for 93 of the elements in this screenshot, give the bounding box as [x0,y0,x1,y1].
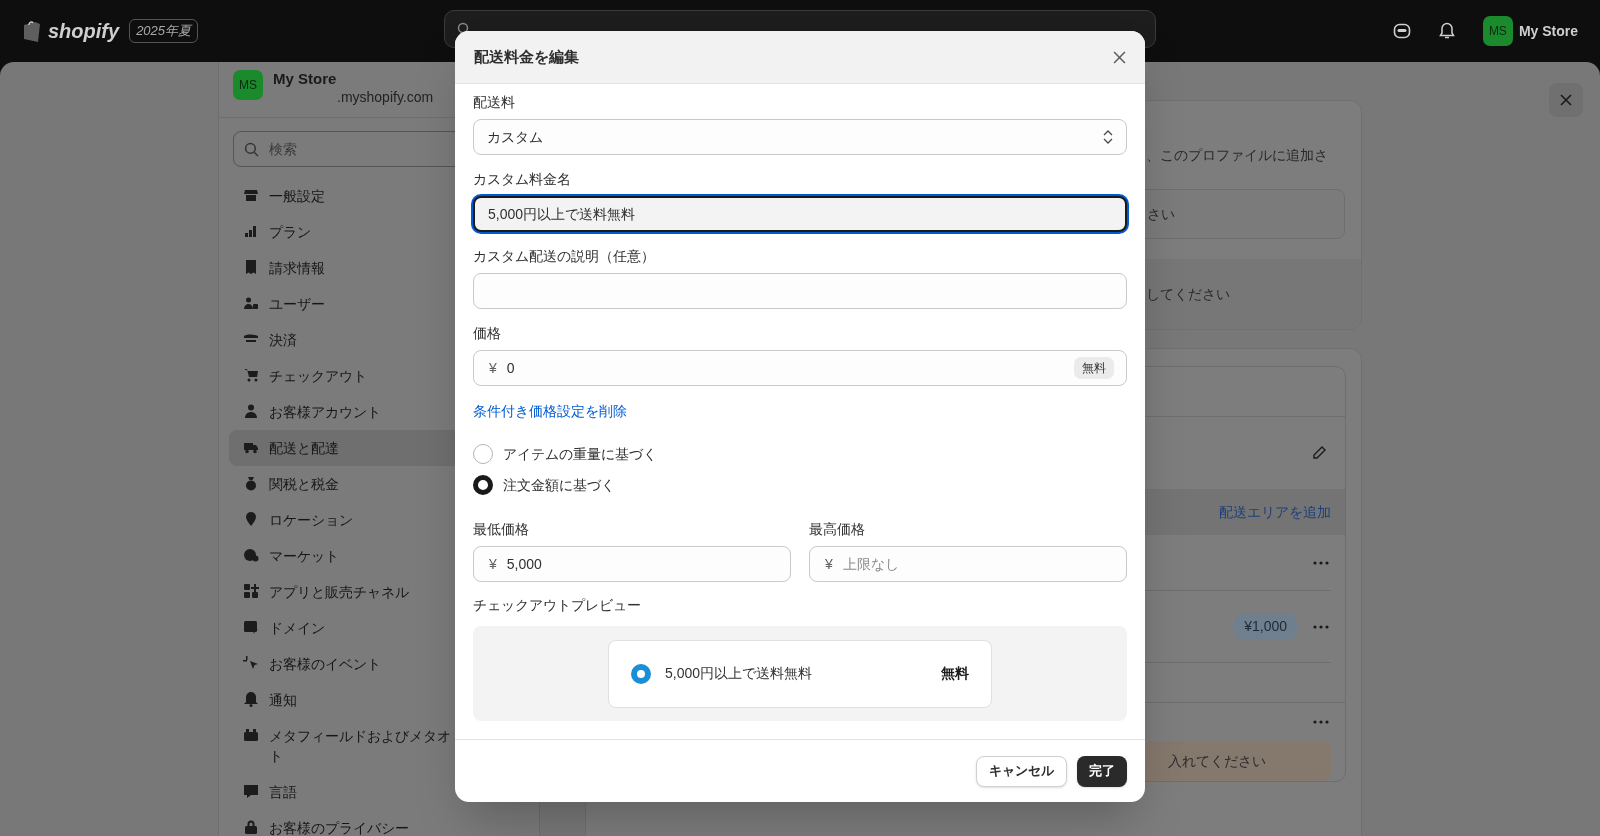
store-domain: .myshopify.com [336,88,434,106]
shopping-bag-logo-icon [22,19,42,43]
store-icon [243,187,259,203]
box-icon [243,727,259,743]
pencil-icon[interactable] [1311,445,1327,461]
add-zone-link[interactable]: 配送エリアを追加 [1219,501,1331,523]
sidebar-item-label: プラン [269,223,312,242]
store-name: My Store [273,70,338,88]
sidebar-item-label: 配送と配達 [269,439,340,458]
field-label: 最高価格 [809,520,866,540]
sidebar-item-label: 決済 [269,331,298,350]
sidebar-item[interactable]: 通知 [229,682,529,718]
bell-icon [243,691,259,707]
receipt-icon [243,259,259,275]
more-icon[interactable] [1313,720,1329,724]
currency-symbol: ¥ [825,554,833,574]
description-field[interactable] [473,273,1127,310]
field-text: さい [1147,204,1175,224]
price-value: 0 [506,358,516,378]
person-icon [243,403,259,419]
sidebar-item-label: アプリと販売チャネル [269,583,410,602]
option-label: 5,000円以上で送料無料 [665,664,814,684]
sidebar-item-label: 言語 [269,783,298,802]
store-name[interactable]: My Store [1518,20,1578,42]
field-label: 最低価格 [473,520,530,540]
close-button[interactable] [1549,83,1583,117]
sidebar-item-label: ユーザー [269,295,326,314]
sidebar-item[interactable]: ユーザー [229,286,529,322]
max-price-field[interactable]: ¥ 上限なし [809,546,1127,583]
rate-name-field[interactable]: 5,000円以上で送料無料 [473,196,1127,233]
field-label: カスタム料金名 [473,170,572,190]
field-label: 配送料 [473,93,516,113]
chart-icon [243,223,259,239]
sidebar-item-label: ロケーション [269,511,354,530]
profile-footer-text: してください [1146,284,1230,304]
sidebar-item-label: お客様のイベント [269,655,382,674]
more-icon[interactable] [1313,624,1329,629]
sidebar-item[interactable]: メタフィールドおよびメタオト [229,718,529,774]
field-label: カスタム配送の説明（任意） [473,247,656,267]
assistant-icon[interactable] [1392,22,1411,40]
edition-badge: 2025年夏 [129,19,199,43]
radio-button[interactable] [473,444,493,465]
cursor-icon [243,655,259,671]
min-price-field[interactable]: ¥ 5,000 [473,546,791,583]
field-label: 価格 [473,324,502,344]
radio-label: 注文金額に基づく [503,476,615,496]
max-price-placeholder: 上限なし [842,554,899,574]
min-price-value: 5,000 [506,554,542,574]
modal-title: 配送料金を編集 [474,46,579,67]
close-icon[interactable] [1113,50,1126,64]
field-label: チェックアウトプレビュー [473,596,642,616]
done-button[interactable]: 完了 [1077,755,1127,787]
price-field[interactable]: ¥ 0 無料 [473,350,1127,387]
search-icon [244,141,259,157]
sidebar-item-label: ドメイン [269,619,326,638]
apps-icon [243,583,259,599]
sidebar-item[interactable]: お客様のイベント [229,646,529,682]
rate-type-select[interactable]: カスタム [473,119,1127,156]
remove-conditions-link[interactable]: 条件付き価格設定を削除 [473,403,627,420]
sidebar-item-label: マーケット [269,547,340,566]
close-icon [1560,94,1572,106]
sidebar-item-label: 請求情報 [269,259,326,278]
cart-icon [243,367,259,383]
store-avatar[interactable]: MS [1482,16,1513,46]
lock-icon [243,819,259,835]
sidebar-item-label: お客様アカウント [269,403,382,422]
sidebar-item-label: 関税と税金 [269,475,340,494]
location-pin-icon [243,511,259,527]
chevron-up-down-icon [1103,130,1113,145]
warning-text: 入れてください [1168,751,1266,771]
bell-icon[interactable] [1438,22,1455,40]
free-badge: 無料 [1074,357,1114,380]
currency-symbol: ¥ [489,554,497,574]
sidebar-item-label: 通知 [269,691,298,710]
window-icon [243,619,259,635]
sidebar-item[interactable]: お客様のプライバシー [229,810,529,836]
currency-symbol: ¥ [489,358,497,378]
store-avatar: MS [233,70,263,100]
sidebar-item[interactable]: 言語 [229,774,529,810]
search-placeholder: 検索 [269,139,297,159]
logo-text: shopify [48,19,120,44]
price-badge: ¥1,000 [1234,614,1297,639]
sidebar-item-label: チェックアウト [269,367,368,386]
more-icon[interactable] [1313,560,1329,565]
cancel-button[interactable]: キャンセル [976,755,1067,787]
bag-icon [243,475,259,491]
radio-button[interactable] [473,475,493,496]
users-icon [243,295,259,311]
sidebar-item-label: メタフィールドおよびメタオト [269,727,452,766]
option-price: 無料 [941,664,969,684]
profile-description: 、このプロファイルに追加さ [1146,147,1328,163]
sidebar-item-label: お客様のプライバシー [269,819,410,836]
sidebar-item-label: 一般設定 [269,187,326,206]
